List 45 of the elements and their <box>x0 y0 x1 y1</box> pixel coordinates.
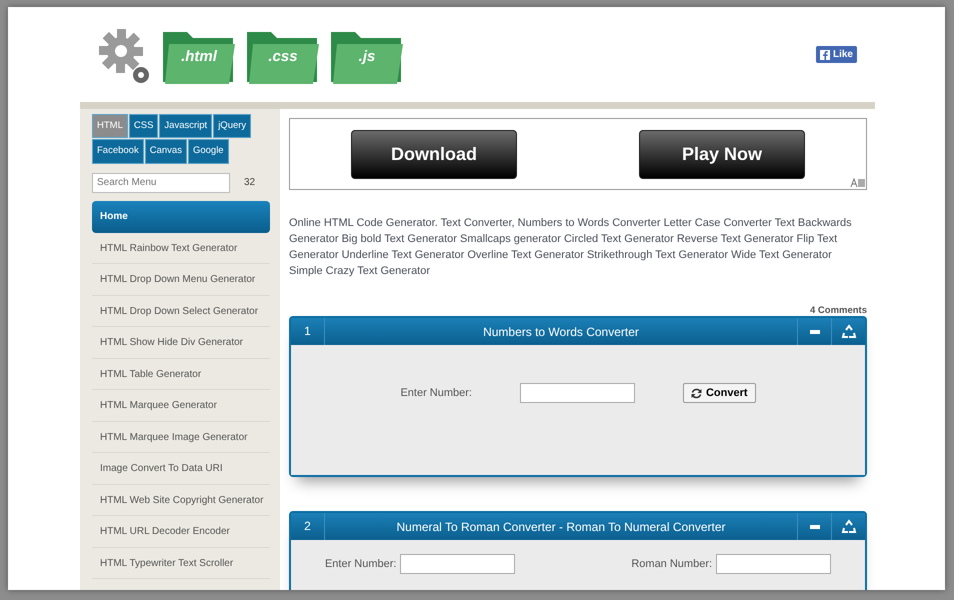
sidebar-item[interactable]: HTML URL Decoder Encoder <box>92 516 270 548</box>
ad-button[interactable]: Play Now <box>639 130 805 178</box>
sidebar-item[interactable]: HTML Drop Down Select Generator <box>92 296 270 327</box>
field-label: Enter Number: <box>400 386 472 401</box>
recycle-icon[interactable] <box>840 324 856 340</box>
input-field[interactable] <box>520 383 635 403</box>
ad-button[interactable]: Download <box>351 130 517 178</box>
sidebar-item[interactable]: HTML Web Site Copyright Generator <box>92 484 270 516</box>
refresh-icon <box>690 388 702 398</box>
sidebar-item[interactable]: HTML Marquee Image Generator <box>92 422 270 453</box>
menu-tab[interactable]: CSS <box>128 114 158 138</box>
intro-paragraph: Online HTML Code Generator. Text Converter, Numbers to Words Converter Letter Case Converter Text Backwards Generator Big bold Text Generator Smallcaps generator Circled Text Generator Reverse Text Generator Flip Text Generator Underline Text Generator Overline Text Generator Strikethrough Text Generator Wide Text Generator Simple Crazy Text Generator <box>289 216 853 279</box>
sidebar-item[interactable]: Home <box>92 200 270 232</box>
menu-tab[interactable]: Google <box>188 139 229 164</box>
ad-choices-icon[interactable] <box>850 178 865 188</box>
sidebar-item[interactable]: HTML Marquee Generator <box>92 390 270 422</box>
minimize-icon[interactable] <box>810 524 820 528</box>
field-label: Roman Number: <box>631 556 712 572</box>
input-field[interactable] <box>716 554 832 574</box>
sidebar-item[interactable]: HTML Table Generator <box>92 358 270 390</box>
panel-title: Numbers to Words Converter <box>482 324 640 340</box>
sidebar-item[interactable]: HTML Show Hide Div Generator <box>92 327 270 358</box>
folder-label: .js <box>358 46 376 66</box>
comments-count: 4 Comments <box>808 305 867 316</box>
item-count: 32 <box>244 176 256 190</box>
convert-button[interactable]: Convert <box>682 382 756 404</box>
menu-tab[interactable]: HTML <box>92 114 128 138</box>
field-label: Enter Number: <box>324 556 396 572</box>
menu-tab[interactable]: Javascript <box>159 114 212 138</box>
sidebar-item[interactable]: HTML Rainbow Text Generator <box>92 232 270 264</box>
sidebar-item[interactable]: HTML Drop Down Menu Generator <box>92 264 270 296</box>
sidebar-item[interactable]: HTML Typewriter Text Scroller <box>92 548 270 579</box>
sidebar-item[interactable]: Image Convert To Data URI <box>92 453 270 484</box>
facebook-icon <box>820 50 830 60</box>
search-field[interactable]: Search Menu <box>92 172 230 192</box>
panel-title: Numeral To Roman Converter - Roman To Numeral Converter <box>395 518 726 536</box>
input-field[interactable] <box>400 554 516 574</box>
like-button[interactable]: Like <box>816 46 857 63</box>
menu-tab[interactable]: Facebook <box>92 139 144 164</box>
minimize-icon[interactable] <box>810 330 820 334</box>
menu-tab[interactable]: Canvas <box>144 139 187 164</box>
recycle-icon[interactable] <box>840 518 856 534</box>
folder-label: .css <box>267 46 299 66</box>
folder-label: .html <box>180 46 218 66</box>
menu-tab[interactable]: jQuery <box>213 114 252 138</box>
